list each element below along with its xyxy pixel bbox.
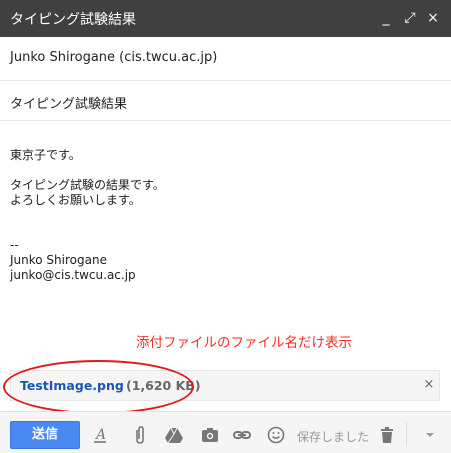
drive-icon[interactable] xyxy=(162,423,186,447)
svg-text:A: A xyxy=(94,427,106,443)
remove-attachment-icon[interactable]: × xyxy=(422,376,436,394)
body-line: よろしくお願いします。 xyxy=(10,193,141,207)
attachment-size: (1,620 KB) xyxy=(126,378,201,393)
subject-field[interactable]: タイピング試験結果 xyxy=(0,81,451,121)
trash-icon[interactable] xyxy=(375,423,399,447)
attachment-chip[interactable]: TestImage.png (1,620 KB) × xyxy=(10,370,440,401)
message-body[interactable]: 東京子です。 タイピング試験の結果です。 よろしくお願いします。 -- Junk… xyxy=(10,148,440,283)
to-recipient[interactable]: Junko Shirogane (cis.twcu.ac.jp) xyxy=(10,50,217,65)
body-blank-line xyxy=(10,223,440,238)
body-line: タイピング試験の結果です。 xyxy=(10,178,165,192)
signature-email: junko@cis.twcu.ac.jp xyxy=(10,268,136,282)
toolbar-divider xyxy=(406,422,407,446)
send-button[interactable]: 送信 xyxy=(10,421,80,449)
photo-icon[interactable] xyxy=(198,423,222,447)
signature-name: Junko Shirogane xyxy=(10,253,107,267)
compose-title-bar[interactable]: タイピング試験結果 _ ⤢ × xyxy=(0,0,451,37)
more-options-icon[interactable] xyxy=(418,423,442,447)
signature-separator: -- xyxy=(10,238,19,252)
subject-text[interactable]: タイピング試験結果 xyxy=(10,93,127,112)
format-text-icon[interactable]: A xyxy=(88,423,112,447)
to-field[interactable]: Junko Shirogane (cis.twcu.ac.jp) xyxy=(0,38,451,81)
body-blank-line xyxy=(10,163,440,178)
body-line: 東京子です。 xyxy=(10,148,81,162)
body-blank-line xyxy=(10,208,440,223)
window-title: タイピング試験結果 xyxy=(10,12,136,28)
attach-icon[interactable] xyxy=(128,423,152,447)
link-icon[interactable] xyxy=(230,423,254,447)
minimize-icon[interactable]: _ xyxy=(376,7,396,29)
emoji-icon[interactable] xyxy=(264,423,288,447)
compose-toolbar: 送信 A 保存しました xyxy=(0,411,451,453)
draft-saved-status: 保存しました xyxy=(297,430,370,444)
attachment-name[interactable]: TestImage.png xyxy=(20,378,124,393)
compose-window: タイピング試験結果 _ ⤢ × Junko Shirogane (cis.twc… xyxy=(0,0,451,453)
annotation-label: 添付ファイルのファイル名だけ表示 xyxy=(136,335,352,351)
close-icon[interactable]: × xyxy=(423,7,443,29)
maximize-icon[interactable]: ⤢ xyxy=(400,7,420,29)
